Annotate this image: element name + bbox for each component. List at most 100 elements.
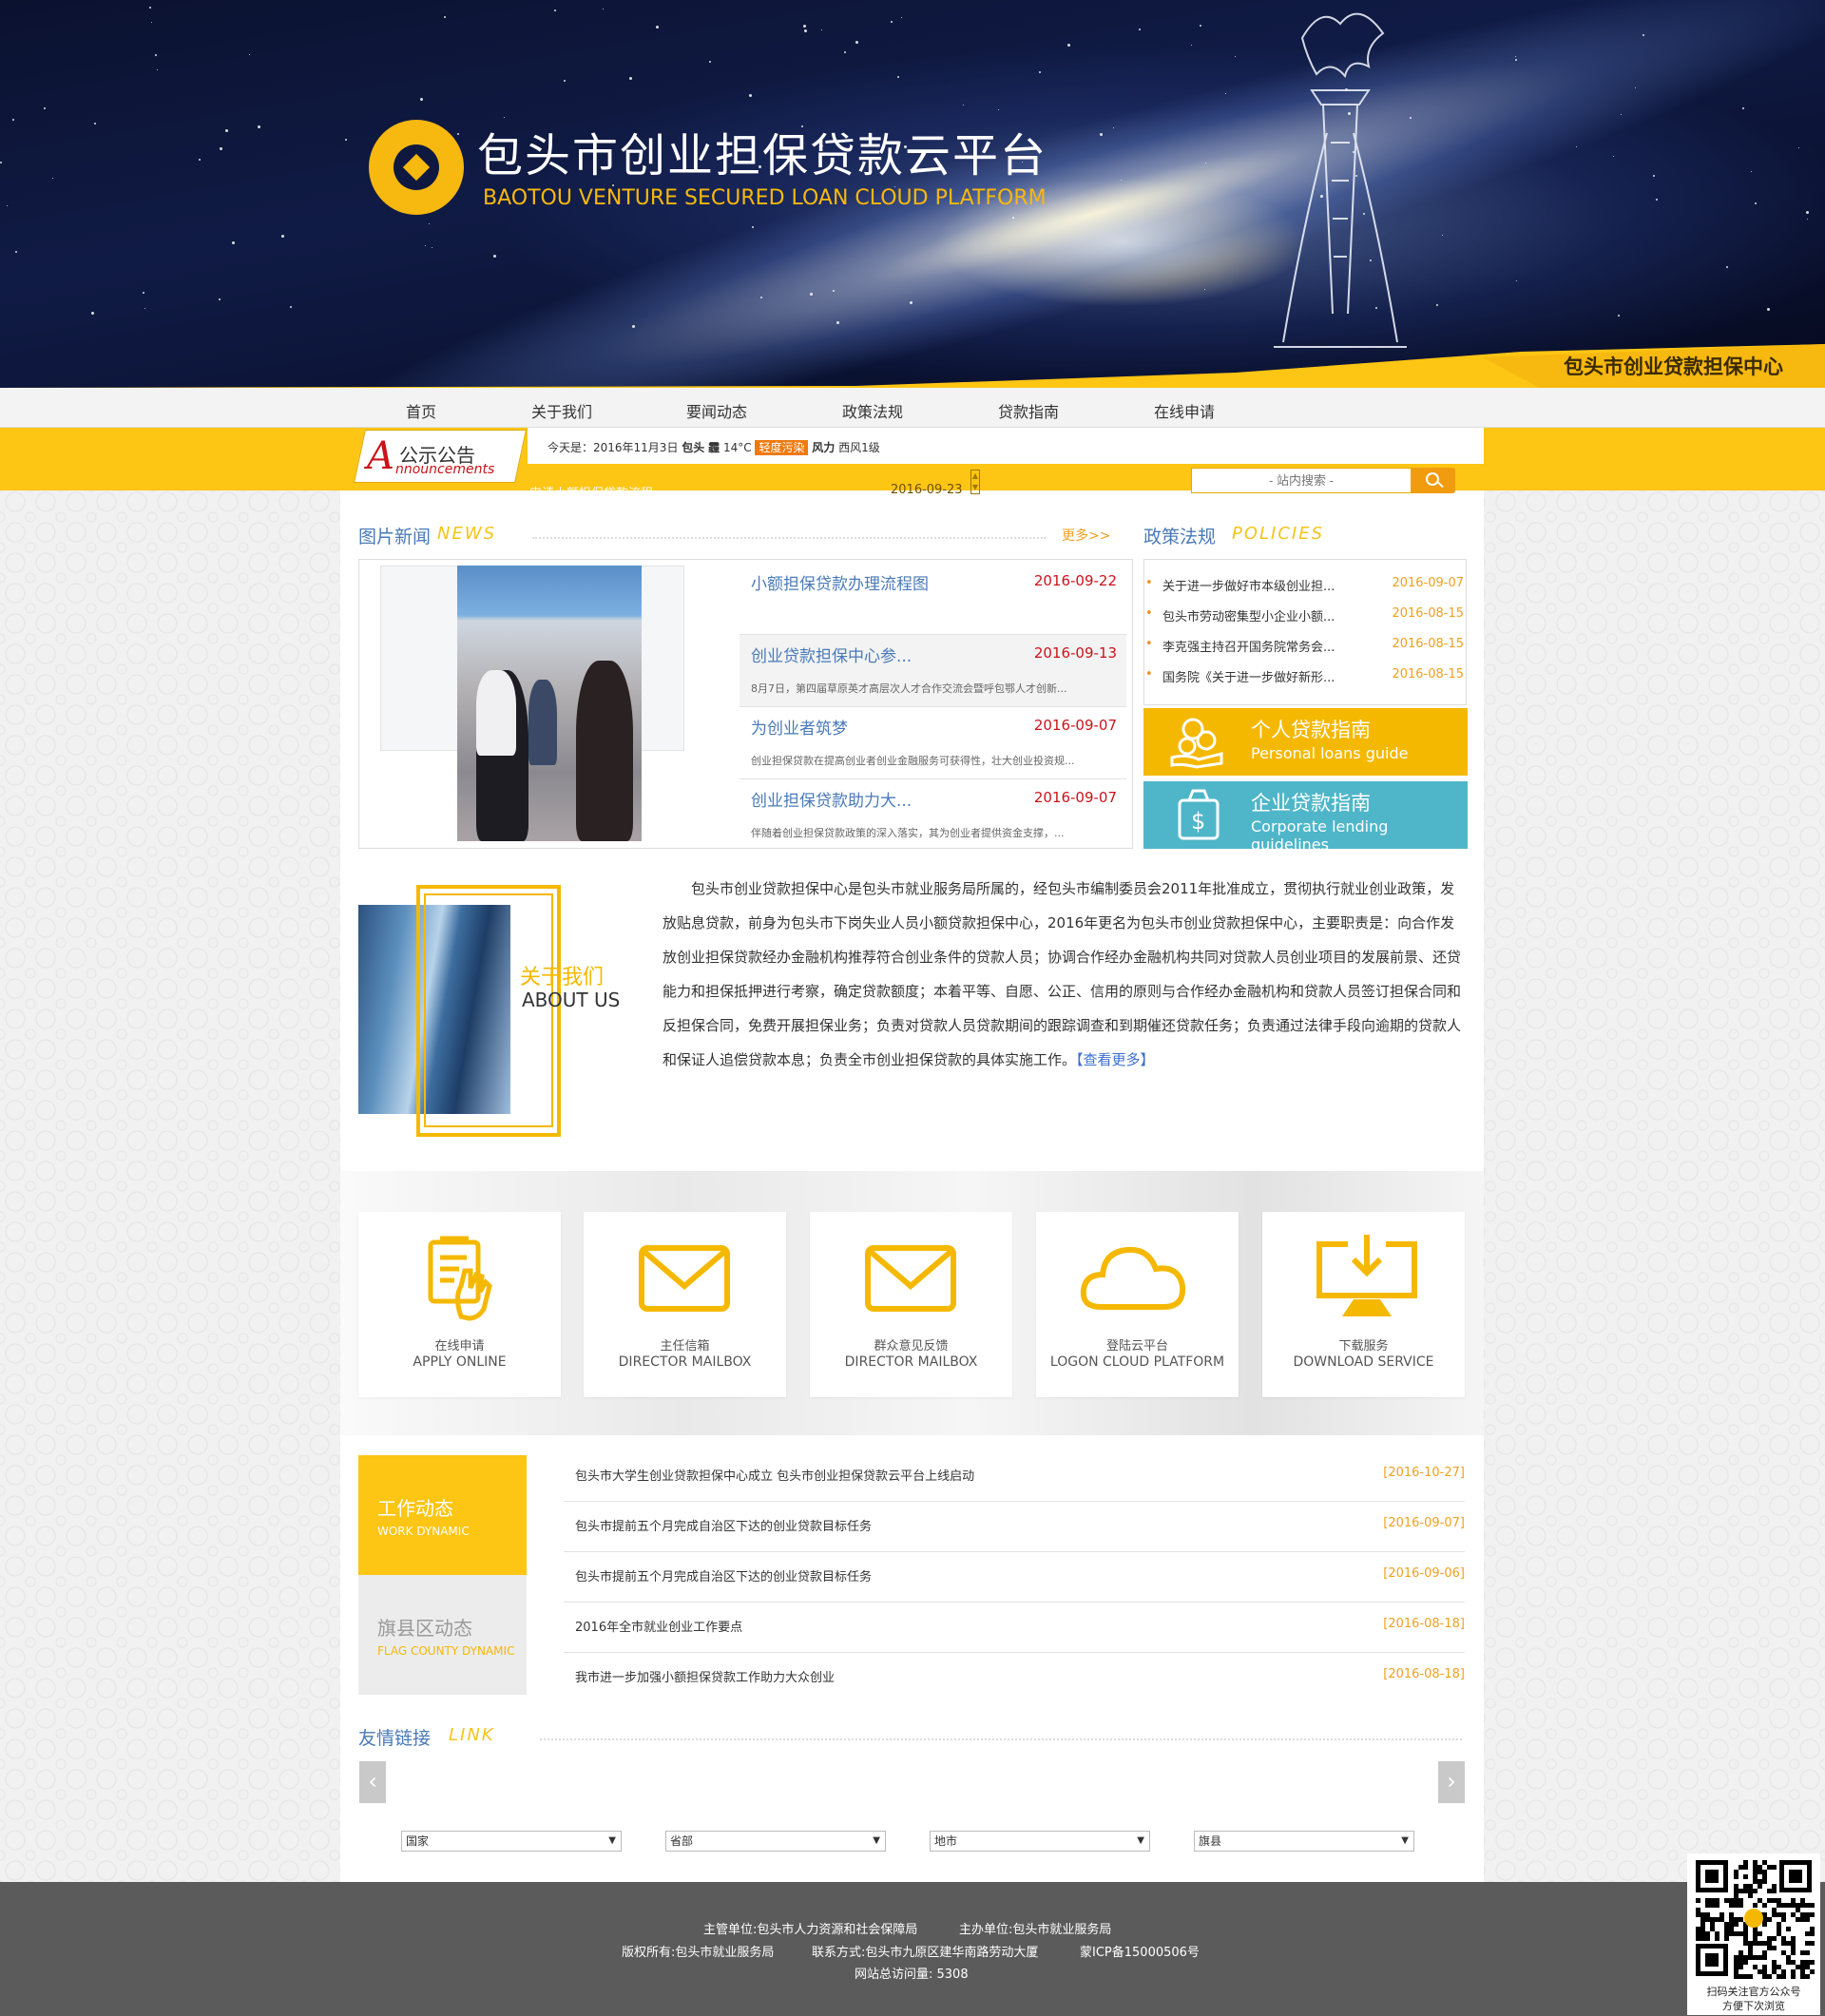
tab-label: 工作动态 [377, 1497, 453, 1520]
about-text: 包头市创业贷款担保中心是包头市就业服务局所属的，经包头市编制委员会2011年批准… [663, 872, 1464, 1077]
nav-loan-guide[interactable]: 贷款指南 [998, 399, 1059, 422]
news-section-title-en: NEWS [437, 524, 497, 544]
star [1067, 44, 1070, 47]
dynamic-title[interactable]: 包头市提前五个月完成自治区下达的创业贷款目标任务 [575, 1566, 872, 1584]
star [7, 205, 8, 206]
star [1121, 180, 1122, 181]
dynamic-title[interactable]: 2016年全市就业创业工作要点 [575, 1617, 742, 1635]
news-item[interactable]: 小额担保贷款办理流程图 2016-09-22 [740, 563, 1126, 635]
service-apply-online[interactable]: 在线申请 APPLY ONLINE [358, 1212, 561, 1397]
select-county[interactable]: 旗县 ▼ [1194, 1831, 1414, 1852]
news-photo[interactable] [457, 566, 642, 841]
announcement-link[interactable]: 申请小额担保贷款流程 [529, 483, 653, 501]
news-title[interactable]: 小额担保贷款办理流程图 [751, 570, 929, 594]
star [1442, 235, 1443, 236]
star [833, 290, 835, 292]
dynamic-item[interactable]: 包头市提前五个月完成自治区下达的创业贷款目标任务 [2016-09-07] [564, 1502, 1465, 1552]
search-button[interactable] [1412, 468, 1455, 493]
star [281, 235, 284, 238]
dynamic-date: [2016-09-07] [1383, 1516, 1465, 1530]
star [144, 308, 145, 309]
nav-news[interactable]: 要闻动态 [686, 399, 747, 422]
header-banner: 包头市创业担保贷款云平台 BAOTOU VENTURE SECURED LOAN… [0, 0, 1825, 388]
center-name: 包头市创业贷款担保中心 [1564, 355, 1783, 378]
news-summary: 伴随着创业担保贷款政策的深入落实，其为创业者提供资金支撑，... [751, 827, 1065, 839]
select-value: 国家 [406, 1834, 430, 1848]
corporate-loan-guide-button[interactable]: $ 企业贷款指南 Corporate lending guidelines [1143, 781, 1468, 854]
dynamic-item[interactable]: 我市进一步加强小额担保贷款工作助力大众创业 [2016-08-18] [564, 1653, 1465, 1703]
star [910, 301, 912, 304]
star [429, 223, 430, 224]
star [760, 297, 762, 298]
service-feedback[interactable]: 群众意见反馈 DIRECTOR MAILBOX [810, 1212, 1012, 1397]
news-item[interactable]: 创业担保贷款助力大... 2016-09-07 伴随着创业担保贷款政策的深入落实… [740, 779, 1126, 852]
service-label: 在线申请 [434, 1339, 485, 1354]
star [1515, 56, 1516, 57]
dynamic-item[interactable]: 包头市大学生创业贷款担保中心成立 包头市创业担保贷款云平台上线启动 [2016-1… [564, 1451, 1465, 1502]
star [157, 69, 158, 70]
news-item[interactable]: 创业贷款担保中心参... 2016-09-13 8月7日，第四届草原英才高层次人… [740, 635, 1126, 707]
nav-policies[interactable]: 政策法规 [842, 399, 903, 422]
footer-icp[interactable]: 蒙ICP备15000506号 [1080, 1942, 1200, 1960]
news-date: 2016-09-07 [1033, 717, 1117, 734]
service-label-en: DOWNLOAD SERVICE [1293, 1354, 1434, 1370]
news-title[interactable]: 创业担保贷款助力大... [751, 787, 912, 811]
select-country[interactable]: 国家 ▼ [401, 1831, 622, 1852]
tab-work-dynamic[interactable]: 工作动态 WORK DYNAMIC [358, 1455, 527, 1575]
service-download[interactable]: 下载服务 DOWNLOAD SERVICE [1262, 1212, 1465, 1397]
star [901, 17, 902, 18]
star [629, 77, 632, 80]
news-title[interactable]: 创业贷款担保中心参... [751, 643, 912, 666]
star [345, 139, 347, 141]
guide-subtitle: Corporate lending guidelines [1251, 817, 1389, 854]
chevron-down-icon: ▼ [608, 1835, 616, 1846]
haze-icon: 霾 [708, 441, 720, 454]
news-title[interactable]: 为创业者筑梦 [751, 715, 848, 739]
nav-apply-online[interactable]: 在线申请 [1154, 399, 1215, 422]
star [258, 125, 260, 128]
dynamic-item[interactable]: 包头市提前五个月完成自治区下达的创业贷款目标任务 [2016-09-06] [564, 1552, 1465, 1603]
links-next-button[interactable]: › [1438, 1761, 1465, 1803]
policy-title[interactable]: 李克强主持召开国务院常务会... [1162, 637, 1335, 655]
dynamic-item[interactable]: 2016年全市就业创业工作要点 [2016-08-18] [564, 1603, 1465, 1653]
dynamic-title[interactable]: 包头市大学生创业贷款担保中心成立 包头市创业担保贷款云平台上线启动 [575, 1466, 974, 1484]
tab-county-dynamic[interactable]: 旗县区动态 FLAG COUNTY DYNAMIC [358, 1575, 527, 1695]
star [1618, 315, 1620, 317]
star [897, 76, 899, 78]
service-label-en: LOGON CLOUD PLATFORM [1049, 1354, 1225, 1370]
star [1576, 146, 1577, 147]
search-input[interactable] [1191, 468, 1412, 493]
star [249, 54, 250, 55]
star [810, 293, 813, 296]
select-province[interactable]: 省部 ▼ [665, 1831, 886, 1852]
personal-loan-guide-button[interactable]: 个人贷款指南 Personal loans guide [1143, 708, 1468, 776]
star [752, 226, 754, 228]
service-director-mailbox[interactable]: 主任信箱 DIRECTOR MAILBOX [584, 1212, 786, 1397]
tab-label-en: FLAG COUNTY DYNAMIC [377, 1644, 515, 1658]
star [15, 251, 17, 253]
star [290, 306, 292, 308]
dynamic-title[interactable]: 我市进一步加强小额担保贷款工作助力大众创业 [575, 1667, 835, 1685]
dynamic-title[interactable]: 包头市提前五个月完成自治区下达的创业贷款目标任务 [575, 1516, 872, 1534]
star [1751, 171, 1752, 172]
policy-title[interactable]: 包头市劳动密集型小企业小额... [1162, 606, 1335, 624]
scroll-arrows-icon[interactable]: ▲ ▼ [970, 470, 980, 494]
star [821, 29, 822, 30]
star [632, 325, 635, 328]
logo-icon[interactable] [369, 120, 464, 215]
news-more-link[interactable]: 更多>> [1062, 526, 1110, 545]
star [1100, 133, 1103, 136]
policy-title[interactable]: 关于进一步做好市本级创业担... [1162, 576, 1335, 594]
news-item[interactable]: 为创业者筑梦 2016-09-07 创业担保贷款在提高创业者创业金融服务可获得性… [740, 707, 1126, 779]
policy-title[interactable]: 国务院《关于进一步做好新形... [1162, 667, 1335, 685]
star [1621, 114, 1622, 115]
star [1436, 304, 1438, 306]
select-city[interactable]: 地市 ▼ [930, 1831, 1150, 1852]
links-prev-button[interactable]: ‹ [359, 1761, 386, 1803]
nav-home[interactable]: 首页 [406, 399, 436, 422]
site-title-en: BAOTOU VENTURE SECURED LOAN CLOUD PLATFO… [483, 186, 1047, 210]
service-cloud-login[interactable]: 登陆云平台 LOGON CLOUD PLATFORM [1036, 1212, 1239, 1397]
nav-about[interactable]: 关于我们 [531, 399, 592, 422]
about-more-link[interactable]: 【查看更多】 [1076, 1051, 1155, 1068]
star [457, 133, 459, 135]
